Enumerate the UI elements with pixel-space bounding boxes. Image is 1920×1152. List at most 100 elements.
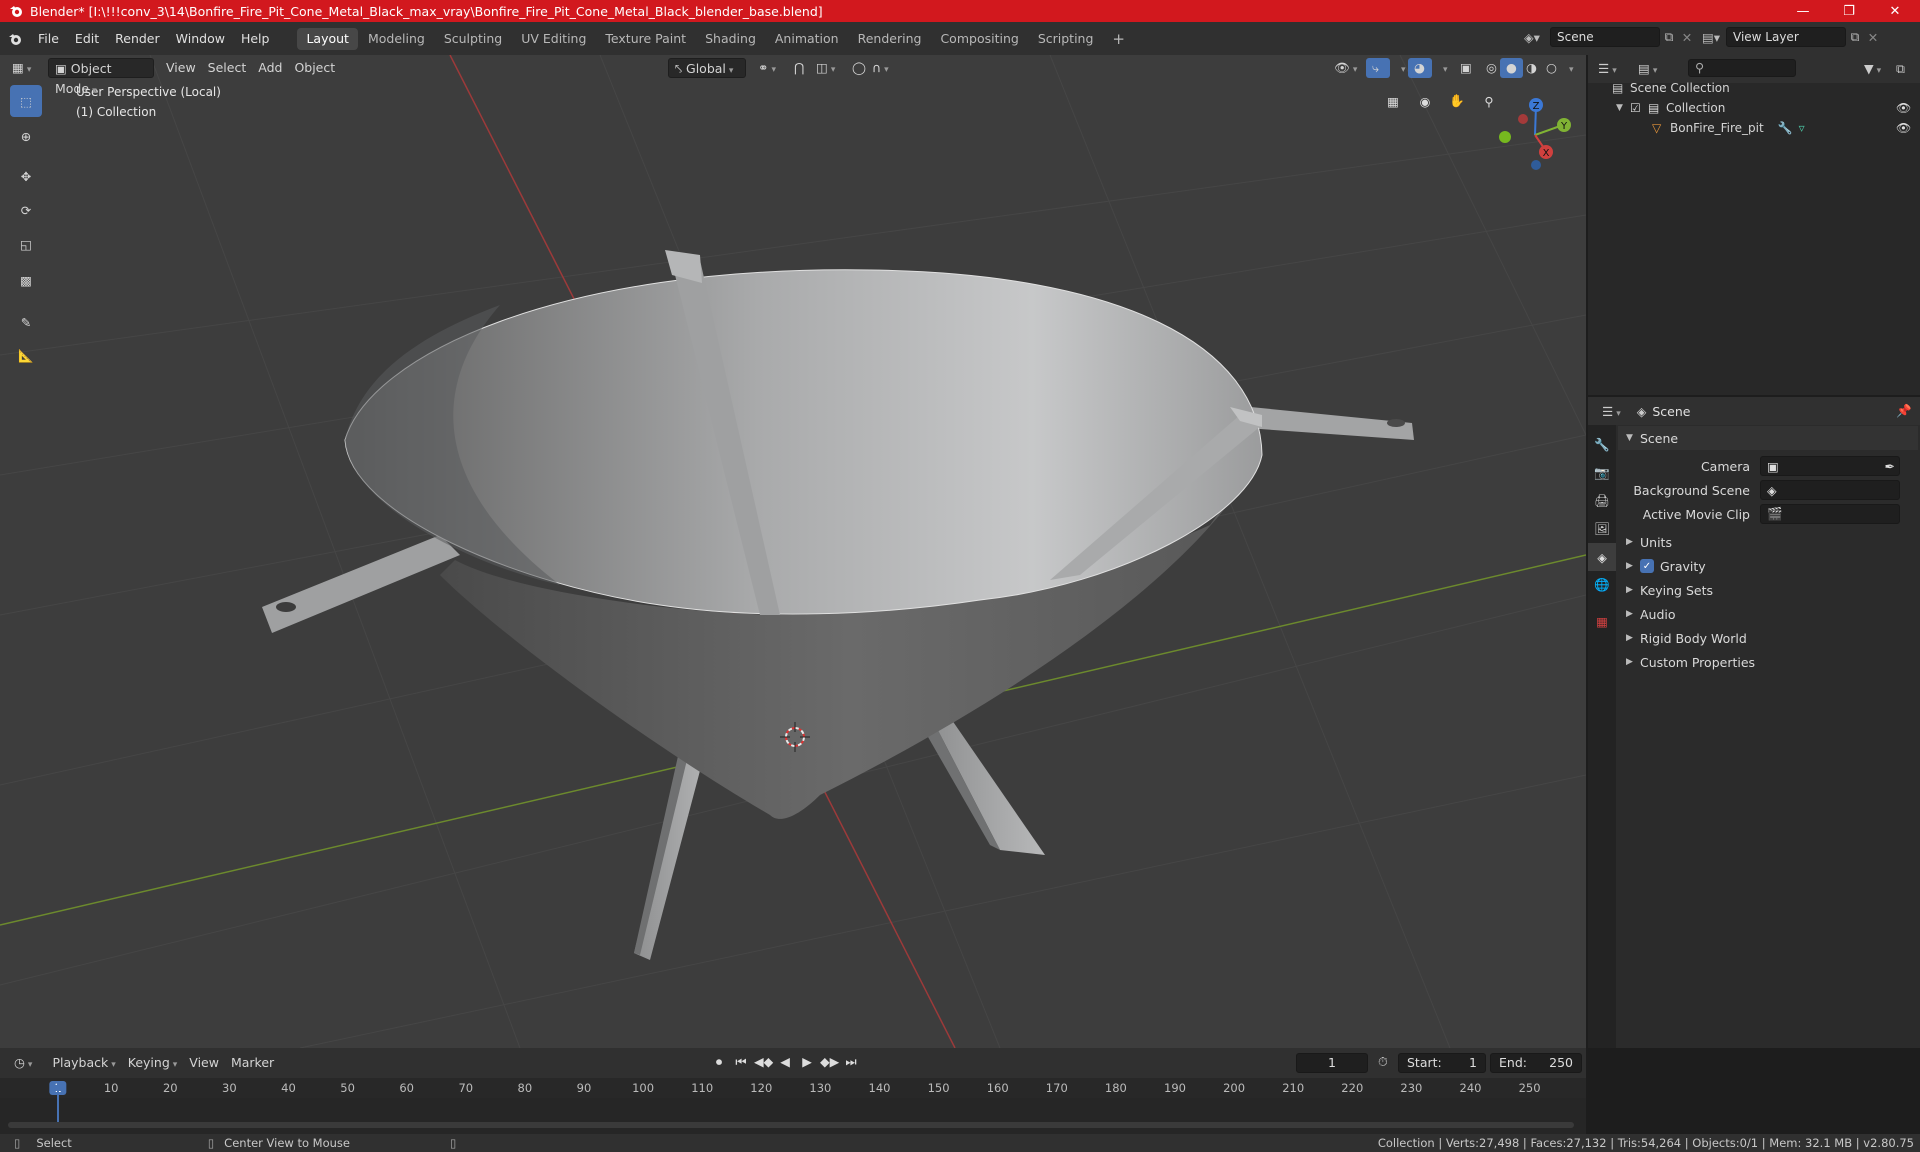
filter-icon[interactable]: ▼ ▾ <box>1864 61 1881 76</box>
menu-render[interactable]: Render <box>107 28 168 50</box>
object-mode-dropdown[interactable]: ▣ Object Mode ▾ <box>48 58 154 96</box>
close-icon[interactable]: ✕ <box>1872 0 1918 22</box>
camera-field[interactable]: ▣ ✒ <box>1760 456 1900 476</box>
new-collection-icon[interactable]: ⧉ <box>1896 61 1905 77</box>
scale-tool[interactable]: ◱ <box>10 228 42 260</box>
object-visibility-eye-icon[interactable]: 👁 <box>1896 121 1911 135</box>
record-icon[interactable]: ⏺ <box>710 1054 728 1070</box>
minimize-icon[interactable]: — <box>1780 0 1826 22</box>
end-frame-field[interactable]: End: 250 <box>1490 1053 1582 1073</box>
current-frame-field[interactable]: 1 <box>1296 1053 1368 1073</box>
next-keyframe-icon[interactable]: ◆▶ <box>820 1054 839 1070</box>
preview-range-icon[interactable]: ⏱ <box>1378 1054 1388 1070</box>
new-view-layer-icon[interactable]: ⧉ <box>1846 29 1864 45</box>
collection-checkbox[interactable]: ☑ <box>1630 101 1648 115</box>
audio-section[interactable]: ▶ Audio <box>1618 602 1918 626</box>
shading-options-icon[interactable]: ▾ <box>1560 58 1580 78</box>
transform-tool[interactable]: ▩ <box>10 264 42 296</box>
render-tab-icon[interactable]: 📷 <box>1588 459 1616 487</box>
3d-viewport[interactable]: User Perspective (Local) (1) Collection … <box>0 55 1586 1048</box>
texture-tab-icon[interactable]: ▦ <box>1588 607 1616 635</box>
timeline-menu-playback[interactable]: Playback ▾ <box>46 1053 121 1073</box>
new-scene-icon[interactable]: ⧉ <box>1660 29 1678 45</box>
output-tab-icon[interactable]: 🖨 <box>1588 487 1616 515</box>
prev-keyframe-icon[interactable]: ◀◆ <box>754 1054 773 1070</box>
display-mode-icon[interactable]: ▤ ▾ <box>1638 61 1657 76</box>
tool-tab-icon[interactable]: 🔧 <box>1588 431 1616 459</box>
scene-selector[interactable]: Scene <box>1550 27 1660 47</box>
zoom-icon[interactable]: ⚲ <box>1476 88 1502 114</box>
tab-uv-editing[interactable]: UV Editing <box>512 28 595 50</box>
delete-scene-icon[interactable]: ✕ <box>1678 30 1696 45</box>
gravity-section[interactable]: ▶ ✓ Gravity <box>1618 554 1918 578</box>
eyedropper-icon[interactable]: ✒ <box>1885 459 1899 474</box>
timeline-ruler[interactable]: 1102030405060708090100110120130140150160… <box>0 1078 1586 1098</box>
viewport-menu-view[interactable]: View <box>160 58 202 78</box>
blender-menu-icon[interactable] <box>0 32 30 46</box>
world-tab-icon[interactable]: 🌐 <box>1588 571 1616 599</box>
rotate-tool[interactable]: ⟳ <box>10 194 42 226</box>
tab-modeling[interactable]: Modeling <box>359 28 434 50</box>
timeline-editor-type-icon[interactable]: ◷ ▾ <box>8 1053 38 1073</box>
modifier-wrench-icon[interactable]: 🔧 <box>1778 121 1793 135</box>
gizmo-x-label[interactable]: X <box>1543 148 1550 159</box>
timeline-menu-marker[interactable]: Marker <box>225 1053 280 1073</box>
select-box-tool[interactable]: ⬚ <box>10 85 42 117</box>
menu-help[interactable]: Help <box>233 28 278 50</box>
delete-view-layer-icon[interactable]: ✕ <box>1864 30 1882 45</box>
collection-expand-icon[interactable]: ▼ <box>1616 103 1630 113</box>
add-workspace-icon[interactable]: + <box>1103 28 1134 50</box>
tab-sculpting[interactable]: Sculpting <box>435 28 511 50</box>
active-movie-clip-field[interactable]: 🎬 <box>1760 504 1900 524</box>
tab-layout[interactable]: Layout <box>297 27 358 50</box>
editor-type-icon[interactable]: ▦ ▾ <box>6 58 42 78</box>
scene-panel-header[interactable]: ▼ Scene <box>1618 426 1918 450</box>
gizmo-toggle-icon[interactable]: ⤷ <box>1366 58 1390 78</box>
background-scene-field[interactable]: ◈ <box>1760 480 1900 500</box>
hand-pan-icon[interactable]: ✋ <box>1444 88 1470 114</box>
scene-icon[interactable]: ◈▾ <box>1524 30 1550 45</box>
pivot-point-icon[interactable]: ⚭ ▾ <box>752 58 782 78</box>
tab-scripting[interactable]: Scripting <box>1029 28 1103 50</box>
tab-compositing[interactable]: Compositing <box>931 28 1027 50</box>
view-layer-icon[interactable]: ▤▾ <box>1696 30 1726 45</box>
outliner-editor-type-icon[interactable]: ☰ ▾ <box>1598 61 1617 76</box>
measure-tool[interactable]: 📐 <box>10 340 42 372</box>
menu-window[interactable]: Window <box>168 28 233 50</box>
overlays-toggle-icon[interactable]: ◕ <box>1408 58 1432 78</box>
tab-rendering[interactable]: Rendering <box>849 28 931 50</box>
play-icon[interactable]: ▶ <box>798 1054 816 1070</box>
viewport-menu-object[interactable]: Object <box>288 58 341 78</box>
keying-sets-section[interactable]: ▶ Keying Sets <box>1618 578 1918 602</box>
snap-target-icon[interactable]: ◫ ▾ <box>810 58 841 78</box>
collection-visibility-eye-icon[interactable]: 👁 <box>1896 101 1911 115</box>
camera-view-icon[interactable]: ◉ <box>1412 88 1438 114</box>
scene-tab-icon[interactable]: ◈ <box>1588 543 1616 571</box>
jump-end-icon[interactable]: ⏭ <box>842 1054 860 1070</box>
restore-icon[interactable]: ❐ <box>1826 0 1872 22</box>
tab-texture-paint[interactable]: Texture Paint <box>596 28 695 50</box>
outliner-search-field[interactable]: ⚲ <box>1688 59 1796 77</box>
timeline-menu-keying[interactable]: Keying ▾ <box>122 1053 184 1073</box>
gizmo-y-label[interactable]: Y <box>1560 121 1568 132</box>
tab-shading[interactable]: Shading <box>696 28 765 50</box>
view-layer-selector[interactable]: View Layer <box>1726 27 1846 47</box>
cursor-tool[interactable]: ⊕ <box>10 120 42 152</box>
menu-edit[interactable]: Edit <box>67 28 107 50</box>
viewport-menu-add[interactable]: Add <box>252 58 288 78</box>
gizmo-z-label[interactable]: Z <box>1533 101 1540 112</box>
rigid-body-world-section[interactable]: ▶ Rigid Body World <box>1618 626 1918 650</box>
annotate-tool[interactable]: ✎ <box>10 306 42 338</box>
overlays-dropdown-icon[interactable]: ▾ <box>1434 58 1454 78</box>
pin-icon[interactable]: 📌 <box>1896 403 1912 419</box>
visibility-icon[interactable]: 👁 ▾ <box>1328 58 1363 78</box>
jump-start-icon[interactable]: ⏮ <box>732 1054 750 1070</box>
grid-view-icon[interactable]: ▦ <box>1380 88 1406 114</box>
units-section[interactable]: ▶ Units <box>1618 530 1918 554</box>
navigation-gizmo[interactable]: Z Y X <box>1490 85 1580 185</box>
proportional-falloff-icon[interactable]: ∩ ▾ <box>866 58 895 78</box>
collection-row[interactable]: ▼ ☑ ▤ Collection 👁 <box>1588 98 1920 118</box>
custom-properties-section[interactable]: ▶ Custom Properties <box>1618 650 1918 674</box>
object-row[interactable]: ▽ BonFire_Fire_pit 🔧 ▿ 👁 <box>1588 118 1920 138</box>
scene-collection-row[interactable]: ▤ Scene Collection <box>1588 78 1920 98</box>
